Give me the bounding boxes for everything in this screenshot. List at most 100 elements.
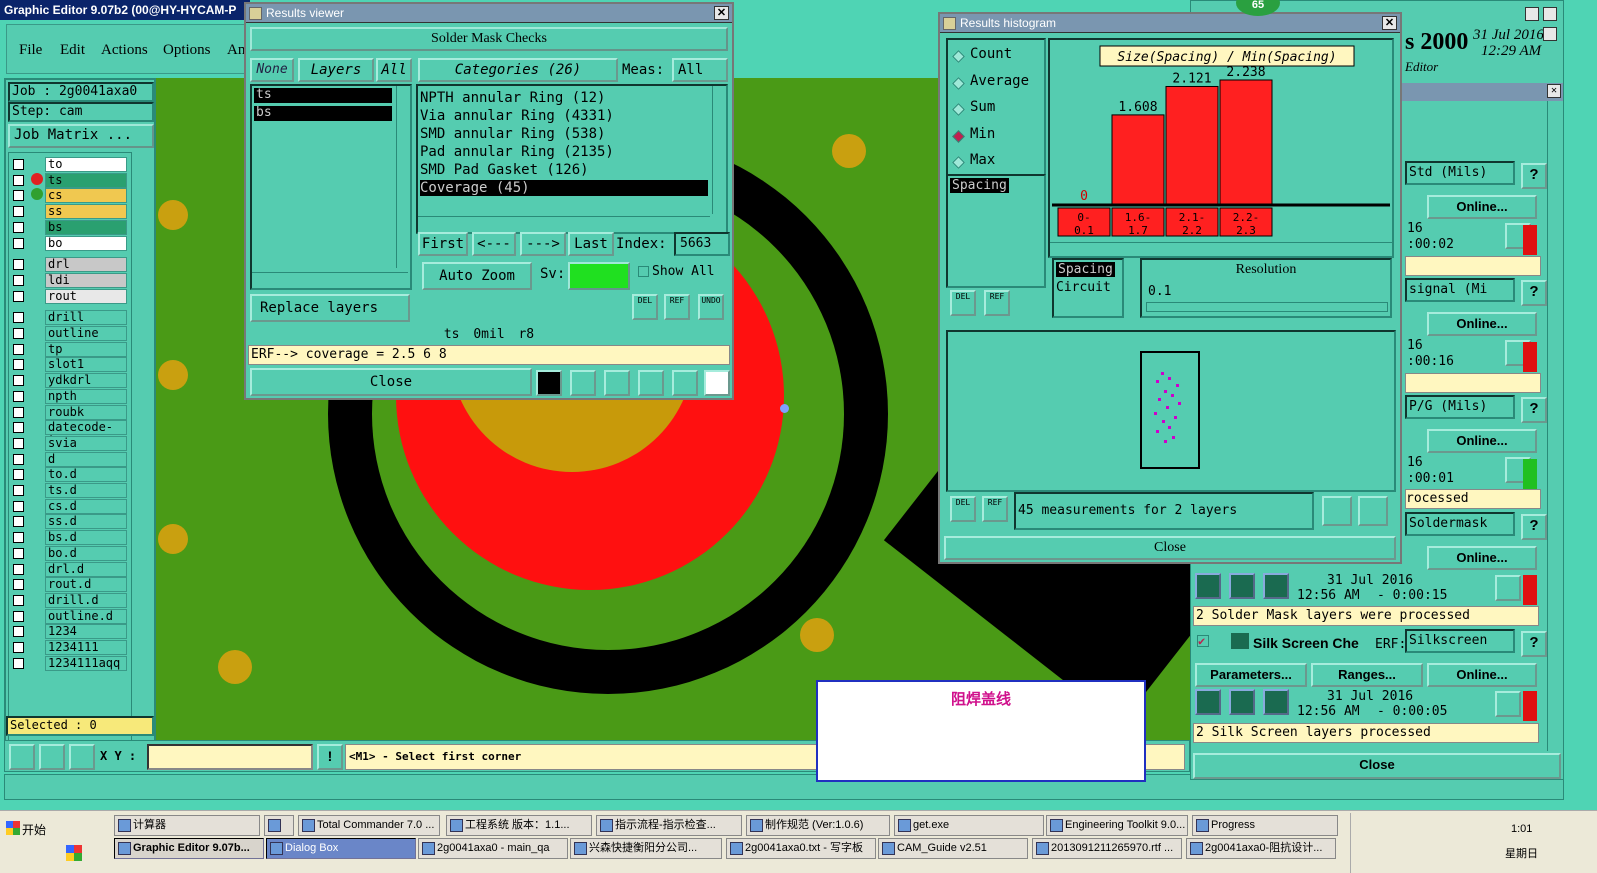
category-item[interactable]: Via annular Ring (4331) — [420, 108, 614, 124]
ref-x-icon[interactable] — [604, 370, 630, 396]
layer-row[interactable]: ts — [13, 172, 127, 188]
layer-checkbox[interactable] — [13, 274, 24, 286]
layer-name[interactable]: d — [45, 451, 127, 467]
stop-icon[interactable] — [1263, 689, 1289, 715]
layer-row[interactable]: drill.d — [13, 592, 127, 608]
layer-row[interactable]: 1234 — [13, 624, 127, 640]
layer-name[interactable]: bs.d — [45, 530, 127, 546]
layer-name[interactable]: to.d — [45, 467, 127, 483]
layer-checkbox[interactable] — [13, 359, 24, 371]
layer-row[interactable]: ts.d — [13, 483, 127, 498]
categories-list[interactable]: NPTH annular Ring (12) Via annular Ring … — [416, 84, 728, 234]
layer-name[interactable]: bo — [45, 235, 127, 251]
taskbar-item[interactable] — [264, 815, 294, 836]
layer-checkbox[interactable] — [13, 190, 24, 202]
online-button[interactable]: Online... — [1427, 546, 1537, 570]
erf-field[interactable]: signal (Mi — [1405, 278, 1515, 302]
del-icon[interactable]: DEL — [950, 496, 976, 522]
layer-checkbox[interactable] — [13, 312, 24, 324]
layer-name[interactable]: ss.d — [45, 514, 127, 530]
online-button[interactable]: Online... — [1427, 429, 1537, 453]
layers-hscroll[interactable] — [252, 272, 408, 286]
layer-item-ts[interactable]: ts — [254, 88, 392, 103]
spacing-circuit-list[interactable]: Spacing Circuit — [1052, 258, 1124, 318]
help-icon[interactable]: ? — [1521, 514, 1547, 540]
close-icon[interactable]: ✕ — [1547, 84, 1561, 98]
help-icon[interactable]: ? — [1521, 280, 1547, 306]
layer-row[interactable]: outline.d — [13, 608, 127, 624]
checklist-scrollbar[interactable] — [1547, 101, 1563, 751]
layer-row[interactable]: roubk — [13, 404, 127, 420]
category-item[interactable]: SMD Pad Gasket (126) — [420, 162, 589, 178]
layer-name[interactable]: 1234111aqq — [45, 655, 127, 671]
auto-zoom-button[interactable]: Auto Zoom — [422, 262, 532, 290]
layer-checkbox[interactable] — [13, 657, 24, 669]
layer-checkbox[interactable] — [13, 469, 24, 481]
layer-row[interactable]: datecode-to — [13, 420, 127, 447]
erf-field[interactable]: Silkscreen — [1405, 629, 1515, 653]
layer-checkbox[interactable] — [13, 390, 24, 402]
layer-row[interactable]: drill — [13, 310, 127, 326]
layers-list[interactable]: ts bs — [250, 84, 412, 290]
checklist-close-button[interactable]: Close — [1193, 753, 1561, 779]
layer-row[interactable]: d — [13, 451, 127, 467]
spacing-list[interactable]: Spacing — [946, 174, 1046, 288]
taskbar-item[interactable]: 2013091211265970.rtf ... — [1032, 838, 1182, 859]
layer-row[interactable]: npth — [13, 388, 127, 404]
layer-name[interactable]: ss — [45, 204, 127, 220]
category-item[interactable]: NPTH annular Ring (12) — [420, 90, 605, 106]
taskbar-item[interactable]: get.exe — [894, 815, 1044, 836]
layer-name[interactable]: bs — [45, 219, 127, 235]
parameters-button[interactable]: Parameters... — [1195, 663, 1307, 687]
layer-row[interactable]: bo.d — [13, 545, 127, 561]
layer-checkbox[interactable] — [13, 563, 24, 575]
option-radio[interactable] — [952, 129, 965, 143]
check-checkbox[interactable]: ✔ — [1197, 635, 1209, 647]
layer-checkbox[interactable] — [13, 626, 24, 638]
layer-row[interactable]: rout — [13, 288, 127, 304]
layer-name[interactable]: npth — [45, 388, 127, 404]
layer-name[interactable]: svia — [45, 435, 127, 451]
layer-name[interactable]: drl — [45, 257, 127, 273]
option-radio[interactable] — [952, 156, 965, 169]
spacing-item[interactable]: Spacing — [950, 178, 1009, 193]
next-button[interactable]: ---> — [520, 232, 566, 256]
layer-checkbox[interactable] — [13, 485, 24, 496]
layer-name[interactable]: ts — [45, 172, 127, 188]
layer-row[interactable]: 1234111 — [13, 640, 127, 655]
layer-row[interactable]: outline — [13, 326, 127, 341]
erf-field[interactable]: Std (Mils) — [1405, 161, 1515, 185]
close-icon[interactable]: ✕ — [714, 6, 729, 20]
layer-name[interactable]: tp — [45, 341, 127, 357]
index-field[interactable]: 5663 — [674, 232, 730, 256]
exit-icon[interactable] — [570, 370, 596, 396]
del-icon[interactable]: DEL — [632, 294, 658, 320]
layer-checkbox[interactable] — [13, 532, 24, 544]
layer-checkbox[interactable] — [13, 259, 24, 271]
layer-row[interactable]: to — [13, 157, 127, 172]
prev-button[interactable]: <--- — [472, 232, 516, 256]
layer-name[interactable]: outline.d — [45, 608, 127, 624]
layer-row[interactable]: to.d — [13, 467, 127, 483]
taskbar-item[interactable]: Progress — [1192, 815, 1338, 836]
alert-icon[interactable]: ! — [317, 744, 343, 770]
menu-edit[interactable]: Edit — [60, 42, 85, 59]
menu-file[interactable]: File — [19, 42, 42, 59]
last-button[interactable]: Last — [568, 232, 614, 256]
layer-row[interactable]: cs.d — [13, 498, 127, 514]
layer-checkbox[interactable] — [13, 642, 24, 653]
show-all-checkbox[interactable] — [638, 266, 649, 277]
layer-name[interactable]: bo.d — [45, 545, 127, 561]
maximize-icon[interactable] — [1543, 7, 1557, 21]
layer-name[interactable]: slot1 — [45, 357, 127, 373]
first-button[interactable]: First — [418, 232, 468, 256]
layer-checkbox[interactable] — [13, 237, 24, 249]
category-item[interactable]: Pad annular Ring (2135) — [420, 144, 614, 160]
taskbar-item[interactable]: Dialog Box — [266, 838, 416, 859]
layer-checkbox[interactable] — [13, 610, 24, 622]
layer-checkbox[interactable] — [13, 500, 24, 512]
taskbar-item[interactable]: 2g0041axa0-阻抗设计... — [1186, 838, 1336, 859]
layer-name[interactable]: ydkdrl — [45, 373, 127, 389]
layer-row[interactable]: ss — [13, 204, 127, 220]
taskbar-item[interactable]: CAM_Guide v2.51 — [878, 838, 1028, 859]
